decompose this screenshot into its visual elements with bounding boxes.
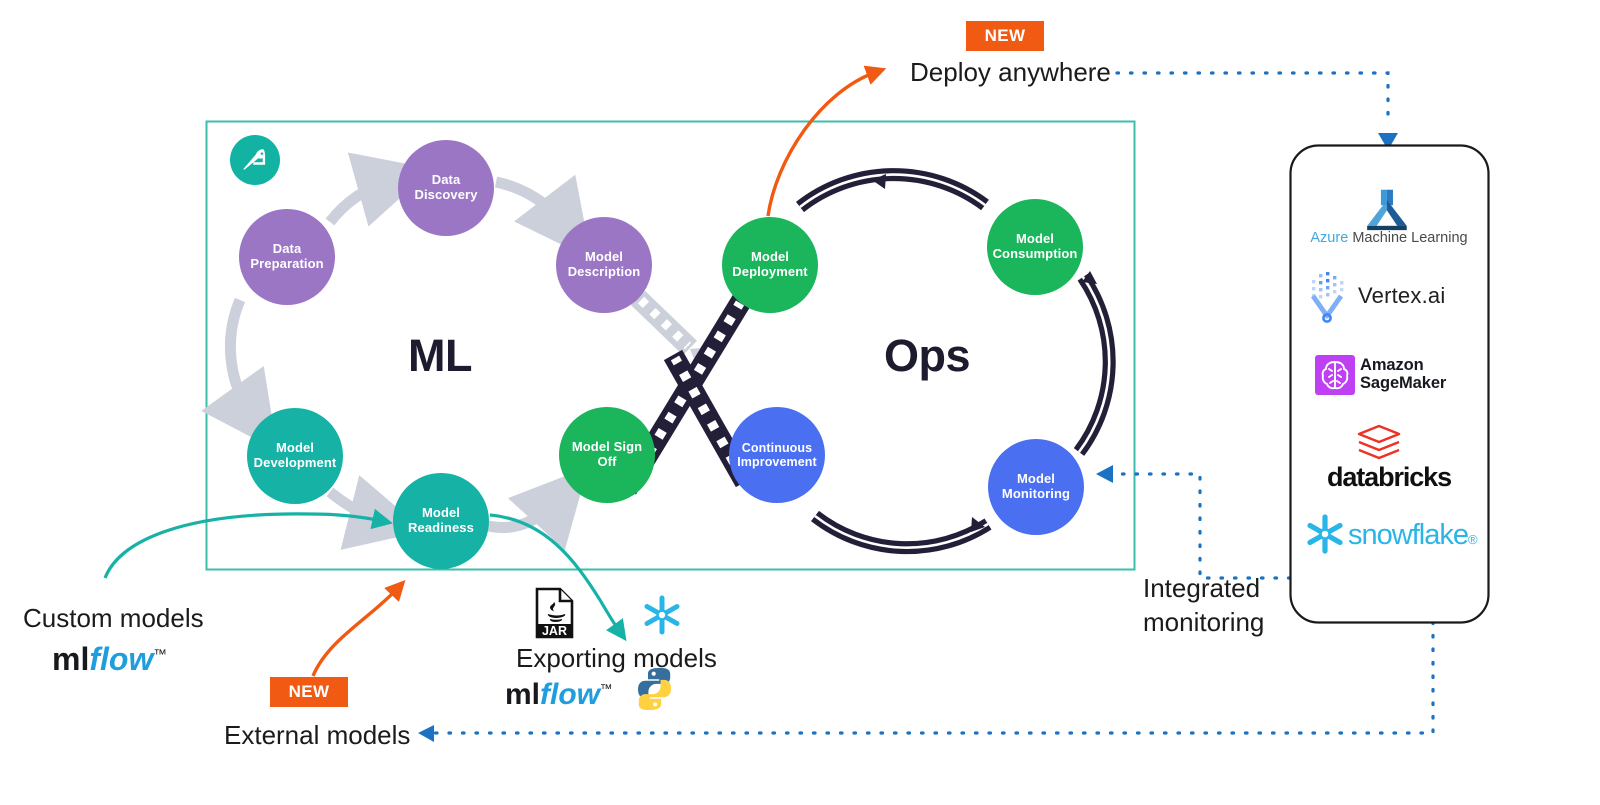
- sagemaker-label-line1: Amazon: [1360, 356, 1424, 374]
- node-label: Data Preparation: [250, 241, 324, 271]
- snowflake-registered-mark: ®: [1467, 532, 1478, 547]
- external-models-connector: [311, 580, 406, 677]
- integrated-monitoring-line1: Integrated: [1143, 573, 1261, 603]
- azure-ml-label: Azure Machine Learning: [1290, 230, 1488, 246]
- node-label: Model Monitoring: [1001, 471, 1071, 501]
- new-badge-deploy: NEW: [966, 21, 1044, 51]
- node-label: Continuous Improvement: [737, 441, 817, 469]
- mlflow-ml-text: ml: [505, 678, 541, 711]
- exporting-models-label: Exporting models: [516, 643, 717, 673]
- custom-models-label: Custom models: [23, 603, 204, 633]
- mlflow-tm-text: ™: [153, 646, 167, 662]
- ops-loop-label: Ops: [884, 330, 971, 381]
- snowflake-label: snowflake ®: [1348, 519, 1498, 552]
- node-model-deployment[interactable]: Model Deployment: [722, 217, 818, 313]
- node-label: Model Description: [567, 249, 641, 279]
- sagemaker-label-line2: SageMaker: [1360, 374, 1447, 393]
- node-model-development[interactable]: Model Development: [247, 408, 343, 504]
- ml-loop-label: ML: [408, 330, 472, 381]
- jar-file-icon: JAR: [535, 587, 574, 639]
- node-model-consumption[interactable]: Model Consumption: [987, 199, 1083, 295]
- node-model-sign-off[interactable]: Model Sign Off: [559, 407, 655, 503]
- snowflake-icon-export: [644, 595, 680, 635]
- azure-ml-label-rest: Machine Learning: [1352, 230, 1468, 246]
- mlflow-flow-text: flow: [540, 678, 601, 711]
- mlops-diagram: JAR ML Ops Data Discovery Data Preparati…: [0, 0, 1600, 805]
- node-label: Model Readiness: [408, 505, 474, 535]
- mlflow-ml-text: ml: [52, 641, 90, 677]
- diagram-canvas: JAR: [103, 65, 1490, 742]
- mlflow-logo-export: mlflow™: [505, 678, 613, 712]
- snowflake-label-text: snowflake: [1348, 519, 1469, 551]
- node-continuous-improvement[interactable]: Continuous Improvement: [729, 407, 825, 503]
- databricks-label: databricks: [1326, 462, 1452, 492]
- node-label: Model Sign Off: [571, 439, 643, 469]
- dotted-deploy-to-panel: [1115, 71, 1390, 126]
- integrated-monitoring-line2: monitoring: [1143, 607, 1265, 637]
- dotted-panel-to-monitoring: [1110, 472, 1292, 580]
- svg-text:JAR: JAR: [542, 624, 567, 638]
- node-label: Model Consumption: [992, 231, 1078, 261]
- dataiku-logo: [230, 135, 280, 185]
- dotted-connectors: [430, 71, 1435, 735]
- sagemaker-icon: [1315, 355, 1355, 395]
- custom-models-connector: [103, 508, 393, 579]
- node-label: Model Deployment: [732, 249, 808, 279]
- node-model-monitoring[interactable]: Model Monitoring: [988, 439, 1084, 535]
- sagemaker-label: Amazon SageMaker: [1360, 356, 1490, 393]
- dotted-arrowhead-external: [418, 725, 434, 742]
- python-icon: [638, 668, 671, 710]
- node-label: Data Discovery: [414, 172, 478, 202]
- mlflow-logo-custom: mlflow™: [52, 641, 167, 678]
- mlflow-flow-text: flow: [89, 641, 154, 677]
- bird-icon: [243, 149, 266, 170]
- ml-to-ops-light-connector: [631, 290, 700, 359]
- dotted-arrowhead-monitoring: [1096, 465, 1113, 483]
- new-badge-external: NEW: [270, 677, 348, 707]
- external-models-label: External models: [224, 720, 411, 750]
- node-data-discovery[interactable]: Data Discovery: [398, 140, 494, 236]
- azure-ml-label-brand: Azure: [1310, 230, 1349, 246]
- node-label: Model Development: [253, 440, 337, 470]
- node-data-preparation[interactable]: Data Preparation: [239, 209, 335, 305]
- node-model-description[interactable]: Model Description: [556, 217, 652, 313]
- node-model-readiness[interactable]: Model Readiness: [393, 473, 489, 569]
- mlflow-tm-text: ™: [600, 682, 613, 696]
- deploy-anywhere-label: Deploy anywhere: [910, 57, 1111, 87]
- vertex-ai-label: Vertex.ai: [1358, 283, 1446, 308]
